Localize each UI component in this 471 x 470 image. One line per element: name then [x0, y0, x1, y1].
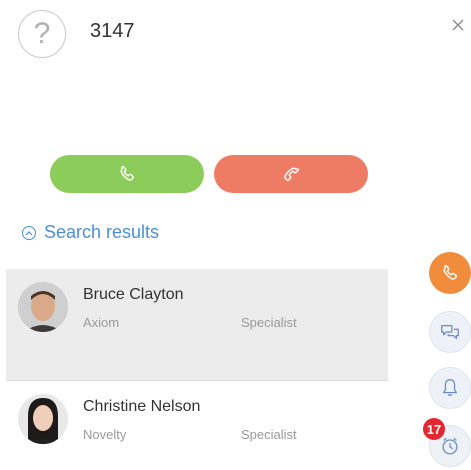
close-icon: [452, 19, 464, 31]
avatar: [18, 282, 68, 332]
sidebar-item-chat[interactable]: [429, 311, 471, 353]
notification-count-badge: 17: [423, 418, 445, 440]
decline-call-button[interactable]: [214, 155, 368, 193]
contact-company: Axiom: [83, 315, 120, 330]
search-results-label: Search results: [44, 222, 160, 242]
contact-role: Specialist: [241, 427, 297, 442]
avatar: [18, 394, 68, 444]
phone-icon: [120, 166, 135, 181]
contact-name: Christine Nelson: [83, 398, 201, 415]
contact-name: Bruce Clayton: [83, 286, 184, 303]
chat-icon: [441, 324, 459, 340]
question-icon: ?: [18, 10, 66, 58]
caller-number: 3147: [90, 20, 135, 42]
chevron-up-circle-icon: [22, 225, 36, 240]
search-results-toggle[interactable]: Search results: [22, 222, 159, 243]
phone-icon: [443, 265, 458, 280]
answer-call-button[interactable]: [50, 155, 204, 193]
contact-role: Specialist: [241, 315, 297, 330]
list-item[interactable]: Bruce Clayton Axiom Specialist: [6, 269, 388, 381]
sidebar-item-phone[interactable]: [429, 252, 471, 294]
close-button[interactable]: [449, 17, 467, 35]
sidebar-item-notifications[interactable]: [429, 367, 471, 409]
phone-hangup-icon: [284, 167, 299, 182]
timer-icon: [442, 437, 458, 455]
contact-company: Novelty: [83, 427, 127, 442]
list-item[interactable]: Christine Nelson Novelty Specialist: [6, 382, 388, 470]
bell-icon: [442, 379, 458, 396]
